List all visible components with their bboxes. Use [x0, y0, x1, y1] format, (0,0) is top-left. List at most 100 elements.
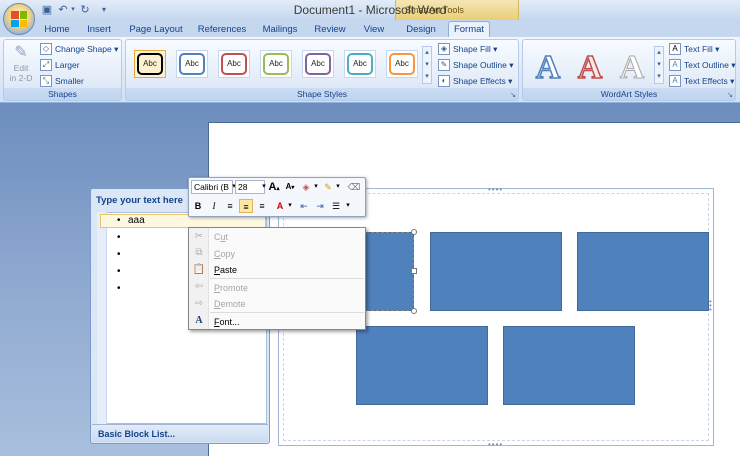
- edit-2d-label: Edit: [13, 63, 29, 73]
- edit-in-2d-button[interactable]: ✎ Edit in 2-D: [6, 43, 36, 91]
- tab-references[interactable]: References: [196, 22, 248, 37]
- decrease-indent-icon[interactable]: ⇤: [297, 199, 311, 213]
- shape-effects-button[interactable]: ◐ Shape Effects ▾: [438, 75, 512, 87]
- text-fill-icon: A: [669, 43, 681, 55]
- shape-style-6[interactable]: Abc: [344, 50, 376, 78]
- bullet-icon: •: [117, 266, 121, 277]
- smartart-block-4[interactable]: [356, 326, 488, 405]
- frame-handle-top[interactable]: ••••: [488, 185, 503, 194]
- shape-style-6-thumb: Abc: [347, 53, 373, 75]
- frame-handle-right[interactable]: • • •: [709, 298, 713, 314]
- text-outline-label: Text Outline ▾: [684, 59, 736, 70]
- larger-icon: ⤢: [40, 59, 52, 71]
- frame-handle-bottom[interactable]: ••••: [488, 440, 503, 449]
- bold-icon[interactable]: B: [191, 199, 205, 213]
- paint-bucket-icon: ◈: [438, 43, 450, 55]
- wordart-style-2[interactable]: A: [571, 48, 609, 88]
- smaller-button[interactable]: ⤡ Smaller: [40, 75, 84, 87]
- menu-item-paste[interactable]: Paste: [214, 265, 237, 275]
- larger-button[interactable]: ⤢ Larger: [40, 59, 80, 71]
- grow-font-icon[interactable]: A▴: [267, 180, 281, 194]
- shape-style-5[interactable]: Abc: [302, 50, 334, 78]
- text-effects-label: Text Effects ▾: [684, 75, 735, 86]
- tab-home[interactable]: Home: [40, 22, 74, 37]
- shape-outline-label: Shape Outline ▾: [453, 59, 514, 70]
- font-color-dropdown-icon[interactable]: ▾: [283, 199, 297, 213]
- edit-2d-sublabel: in 2-D: [9, 73, 33, 83]
- text-pane-item[interactable]: aaa: [128, 215, 145, 226]
- resize-handle-top-right[interactable]: [411, 229, 417, 235]
- office-button[interactable]: [3, 3, 35, 35]
- mini-toolbar: Calibri (B ▾ 28 ▾ A▴ A▾ ◈ ▾ ✎ ▾ ⌫ B I ≡ …: [188, 177, 366, 217]
- align-right-icon[interactable]: ≡: [255, 199, 269, 213]
- align-center-icon[interactable]: ≡: [239, 199, 253, 213]
- demote-icon: ⇨: [194, 298, 204, 309]
- shape-styles-dialog-launcher-icon[interactable]: ↘: [510, 91, 516, 99]
- shape-style-1[interactable]: Abc: [134, 50, 166, 78]
- text-effects-icon: A: [669, 75, 681, 87]
- tab-page-layout[interactable]: Page Layout: [128, 22, 184, 37]
- menu-item-promote[interactable]: Promote: [214, 283, 248, 293]
- change-shape-icon: ◇: [40, 43, 52, 55]
- smartart-block-5[interactable]: [503, 326, 635, 405]
- shrink-font-icon[interactable]: A▾: [283, 180, 297, 194]
- shape-styles-group: Shape Styles Abc Abc Abc Abc Abc Abc Abc…: [125, 39, 519, 101]
- text-outline-button[interactable]: A Text Outline ▾: [669, 59, 736, 71]
- shape-effects-icon: ◐: [438, 75, 450, 87]
- wordart-styles-group: WordArt Styles A A A ▴ ▾ ▾ A Text Fill ▾ A…: [522, 39, 736, 101]
- text-effects-button[interactable]: A Text Effects ▾: [669, 75, 734, 87]
- shape-fill-label: Shape Fill ▾: [453, 43, 498, 54]
- paste-icon: 📋: [192, 264, 206, 275]
- text-fill-button[interactable]: A Text Fill ▾: [669, 43, 719, 55]
- shape-style-1-thumb: Abc: [137, 53, 163, 75]
- text-outline-icon: A: [669, 59, 681, 71]
- tab-insert[interactable]: Insert: [80, 22, 118, 37]
- bullet-icon: •: [117, 215, 121, 226]
- menu-separator: [210, 278, 364, 279]
- shape-style-7-thumb: Abc: [389, 53, 415, 75]
- shape-style-7[interactable]: Abc: [386, 50, 418, 78]
- shape-effects-label: Shape Effects ▾: [453, 75, 513, 86]
- format-painter-icon[interactable]: ⌫: [347, 180, 361, 194]
- menu-item-cut[interactable]: Cut: [214, 232, 228, 242]
- font-icon: A: [195, 315, 203, 326]
- resize-handle-bottom-right[interactable]: [411, 308, 417, 314]
- italic-icon[interactable]: I: [207, 199, 221, 213]
- tab-format[interactable]: Format: [448, 21, 490, 38]
- smaller-label: Smaller: [55, 76, 84, 86]
- tab-design[interactable]: Design: [402, 22, 440, 37]
- shape-fill-button[interactable]: ◈ Shape Fill ▾: [438, 43, 497, 55]
- tab-review[interactable]: Review: [312, 22, 348, 37]
- resize-handle-right[interactable]: [411, 268, 417, 274]
- smartart-block-3[interactable]: [577, 232, 709, 311]
- shape-styles-group-label: Shape Styles: [126, 88, 518, 100]
- edit-2d-icon: ✎: [14, 44, 28, 61]
- shape-styles-gallery-scroll[interactable]: ▴ ▾ ▾: [422, 46, 432, 84]
- text-pane-gutter: [97, 212, 107, 424]
- menu-item-font[interactable]: Font...: [214, 317, 240, 327]
- wordart-style-3[interactable]: A: [613, 48, 651, 88]
- change-shape-button[interactable]: ◇ Change Shape ▾: [40, 43, 118, 55]
- smartart-block-2[interactable]: [430, 232, 562, 311]
- shape-style-3[interactable]: Abc: [218, 50, 250, 78]
- text-pane-footer-link[interactable]: Basic Block List...: [92, 424, 268, 442]
- bullets-dropdown-icon[interactable]: ▾: [341, 199, 355, 213]
- cut-icon: ✂: [194, 231, 204, 242]
- tab-mailings[interactable]: Mailings: [258, 22, 302, 37]
- text-fill-label: Text Fill ▾: [684, 43, 720, 54]
- promote-icon: ⇦: [194, 281, 204, 292]
- menu-item-copy[interactable]: Copy: [214, 249, 235, 259]
- increase-indent-icon[interactable]: ⇥: [313, 199, 327, 213]
- pencil-icon: ✎: [438, 59, 450, 71]
- shape-style-4[interactable]: Abc: [260, 50, 292, 78]
- wordart-dialog-launcher-icon[interactable]: ↘: [727, 91, 733, 99]
- wordart-gallery-scroll[interactable]: ▴ ▾ ▾: [654, 46, 664, 84]
- shape-style-2[interactable]: Abc: [176, 50, 208, 78]
- align-left-icon[interactable]: ≡: [223, 199, 237, 213]
- outline-dropdown-icon[interactable]: ▾: [331, 180, 345, 194]
- menu-item-demote[interactable]: Demote: [214, 299, 246, 309]
- tab-view[interactable]: View: [358, 22, 390, 37]
- shape-outline-button[interactable]: ✎ Shape Outline ▾: [438, 59, 514, 71]
- wordart-style-1[interactable]: A: [529, 48, 567, 88]
- smaller-icon: ⤡: [40, 75, 52, 87]
